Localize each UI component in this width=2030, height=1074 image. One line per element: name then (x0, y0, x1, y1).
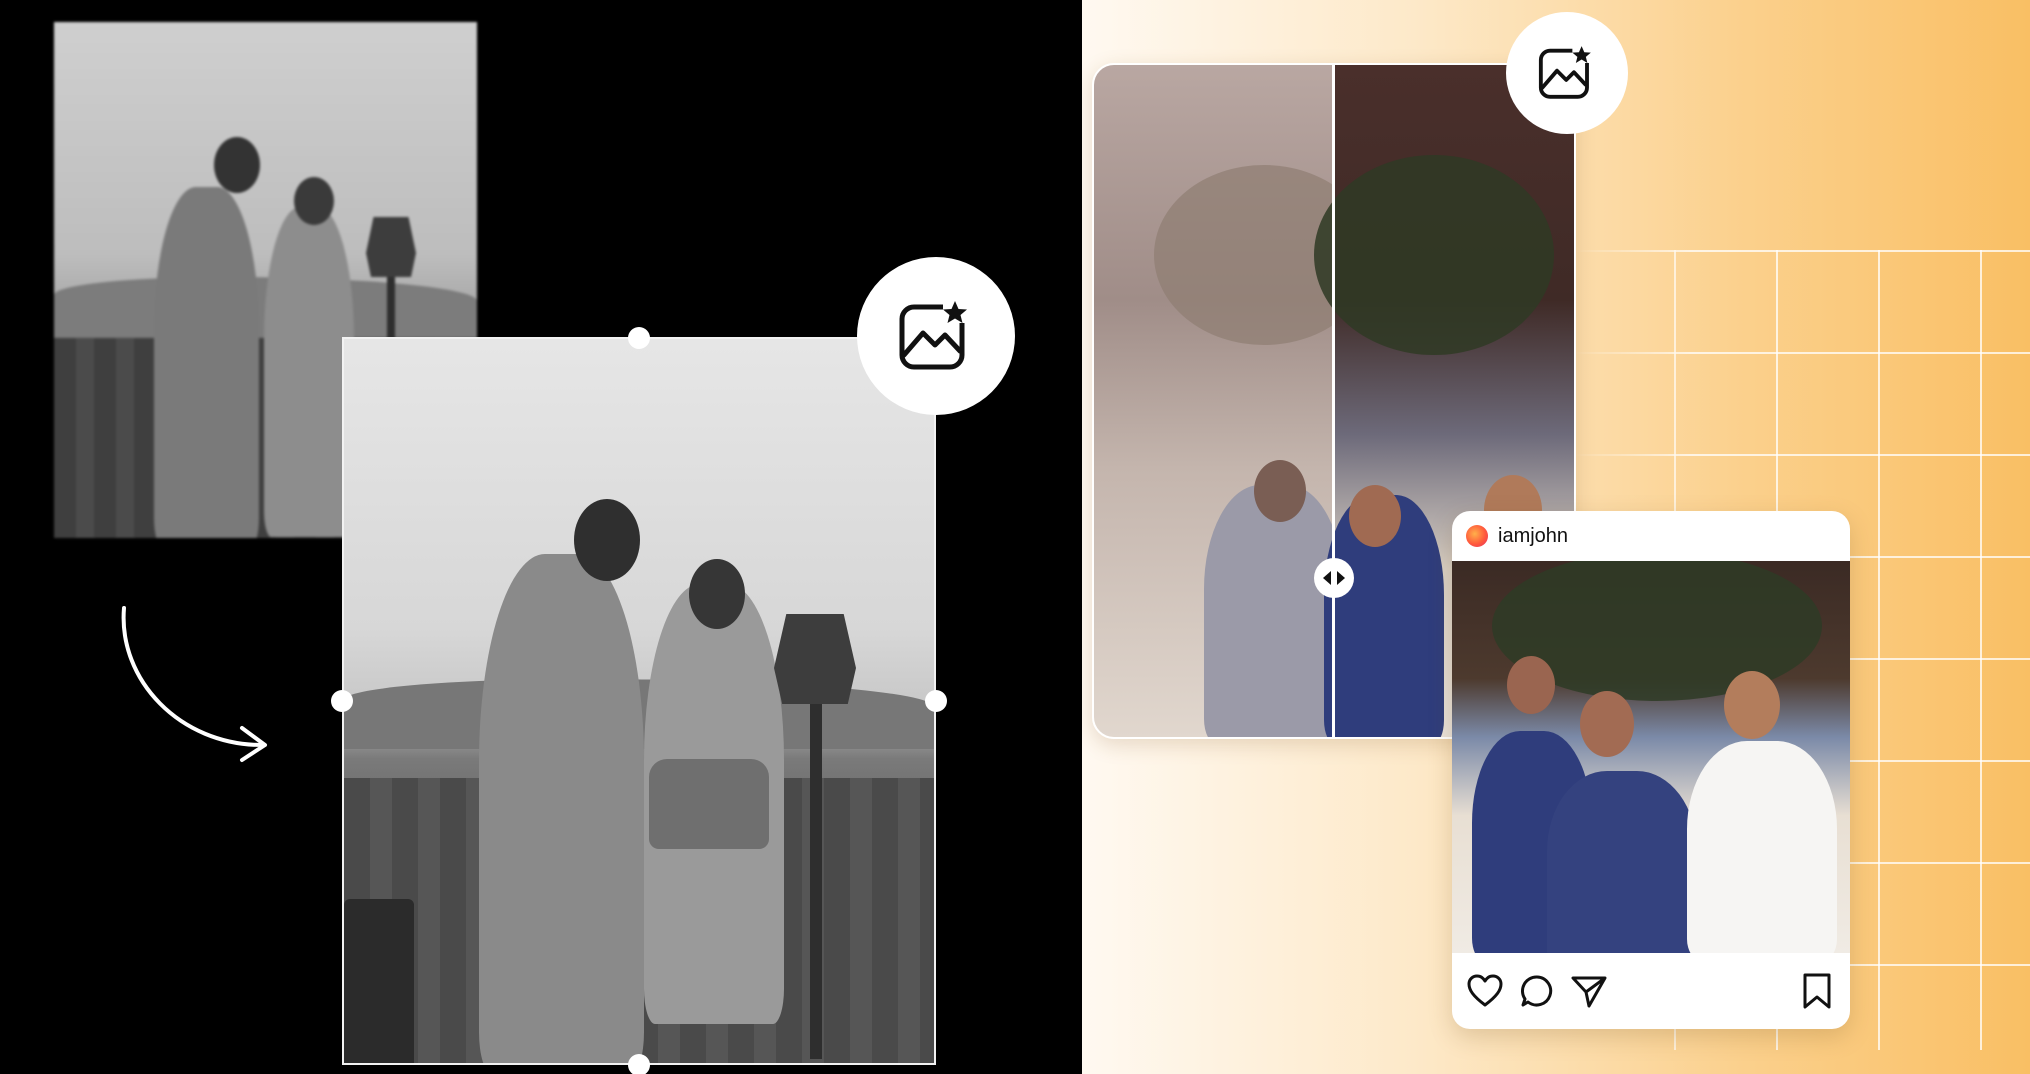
resize-handle-top[interactable] (628, 327, 650, 349)
photo-man-head (214, 137, 260, 193)
before-image (1094, 65, 1374, 737)
photo-lamp-post (810, 704, 822, 1059)
compare-slider-handle[interactable] (1314, 558, 1354, 598)
restored-photo[interactable] (342, 337, 936, 1065)
left-panel (0, 0, 1082, 1074)
photo-lamp (366, 217, 416, 277)
image-sparkle-icon (899, 301, 967, 370)
person-head (1254, 460, 1306, 522)
post-username[interactable]: iamjohn (1498, 525, 1568, 548)
share-button[interactable] (1570, 972, 1608, 1010)
photo-lamp (774, 614, 856, 704)
comment-button[interactable] (1518, 972, 1556, 1010)
photo-man (479, 554, 644, 1063)
resize-handle-left[interactable] (331, 690, 353, 712)
bookmark-button[interactable] (1798, 972, 1836, 1010)
compare-divider[interactable] (1332, 65, 1335, 737)
photo-bench (344, 899, 414, 1063)
person-head (1349, 485, 1401, 547)
person (1547, 771, 1697, 953)
resize-handle-bottom[interactable] (628, 1054, 650, 1074)
photo-handbag (649, 759, 769, 849)
post-image[interactable] (1452, 561, 1850, 953)
right-panel: iamjohn (1082, 0, 2030, 1074)
resize-handle-right[interactable] (925, 690, 947, 712)
heart-icon (1467, 974, 1503, 1007)
curved-arrow-icon (121, 606, 267, 762)
left-right-arrows-icon (1323, 571, 1345, 585)
bookmark-icon (1803, 973, 1831, 1009)
photo-woman-head (689, 559, 745, 629)
palm-tree (1314, 155, 1554, 355)
person-head (1580, 691, 1634, 757)
comment-icon (1521, 975, 1553, 1007)
photo-woman (264, 207, 354, 537)
like-button[interactable] (1466, 972, 1504, 1010)
person-head (1724, 671, 1780, 739)
person (1687, 741, 1837, 953)
person-head (1507, 656, 1555, 714)
image-sparkle-icon (1538, 46, 1591, 99)
enhance-badge (1506, 12, 1628, 134)
photo-man-head (574, 499, 640, 581)
person (1204, 485, 1344, 737)
post-actions (1452, 953, 1850, 1029)
avatar[interactable] (1466, 525, 1488, 547)
photo-man (154, 187, 259, 538)
post-header: iamjohn (1452, 511, 1850, 561)
share-icon (1571, 976, 1607, 1008)
social-post-card: iamjohn (1452, 511, 1850, 1029)
photo-woman-head (294, 177, 334, 225)
enhance-badge (857, 257, 1015, 415)
